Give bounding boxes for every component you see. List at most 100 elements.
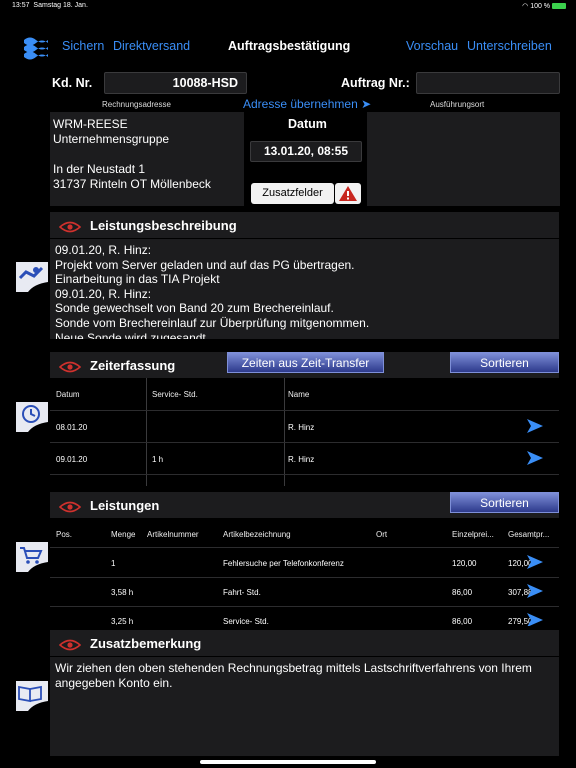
remark-textarea[interactable]: Wir ziehen den oben stehenden Rechnungsb… (50, 657, 559, 756)
cell-menge: 1 (111, 559, 116, 568)
cell-name: R. Hinz (288, 455, 315, 464)
cell-einzelpreis: 86,00 (452, 588, 473, 597)
app-logo-icon[interactable] (22, 34, 50, 65)
description-line: Einarbeitung in das TIA Projekt (55, 272, 220, 287)
cell-std: 1 h (152, 455, 164, 464)
sign-button[interactable]: Unterschreiben (467, 39, 552, 53)
wifi-icon: ◠ (522, 3, 529, 10)
cell-menge: 3,58 h (111, 588, 134, 597)
row-arrow-icon[interactable] (526, 583, 544, 599)
cell-bezeichnung: Fehlersuche per Telefonkonferenz (223, 559, 344, 568)
copy-address-button[interactable]: Adresse übernehmen ➤ (243, 97, 371, 111)
description-line: Projekt vom Server geladen und auf das P… (55, 257, 355, 272)
column-header: Pos. (56, 530, 73, 539)
execution-place-box[interactable] (367, 112, 560, 206)
status-time: 13:57 (12, 2, 30, 9)
kd-nr-value: 10088-HSD (172, 76, 238, 90)
row-arrow-icon[interactable] (526, 450, 544, 466)
cell-menge: 3,25 h (111, 617, 134, 626)
datum-field[interactable]: 13.01.20, 08:55 (250, 141, 362, 162)
eye-icon[interactable] (58, 500, 82, 518)
description-textarea[interactable]: 09.01.20, R. Hinz: Projekt vom Server ge… (50, 239, 559, 339)
eye-icon[interactable] (58, 638, 82, 656)
row-arrow-icon[interactable] (526, 612, 544, 626)
table-row[interactable]: 3,25 h Service- Std. 86,00 279,50 (50, 607, 559, 626)
column-header: Gesamtpr... (508, 530, 550, 539)
column-header: Einzelprei... (452, 530, 494, 539)
billing-address-text: WRM-REESE Unternehmensgruppe In der Neus… (53, 117, 211, 192)
column-header: Ort (376, 530, 388, 539)
services-side-icon[interactable] (14, 538, 50, 574)
copy-address-label: Adresse übernehmen (243, 97, 358, 111)
table-row[interactable]: 09.01.20 1 h R. Hinz (50, 443, 559, 474)
address-line: WRM-REESE (53, 117, 128, 131)
table-row[interactable]: 1 Fehlersuche per Telefonkonferenz 120,0… (50, 548, 559, 577)
kd-nr-field[interactable]: 10088-HSD (104, 72, 247, 94)
row-divider (50, 474, 559, 475)
execution-place-label: Ausführungsort (430, 100, 485, 109)
row-arrow-icon[interactable] (526, 418, 544, 434)
cell-name: R. Hinz (288, 423, 315, 432)
table-row[interactable]: 08.01.20 R. Hinz (50, 411, 559, 442)
column-header: Artikelnummer (147, 530, 199, 539)
section-title: Zeiterfassung (90, 358, 176, 373)
address-line: Unternehmensgruppe (53, 132, 170, 146)
status-bar: 13:57 Samstag 18. Jan. ◠ 100 % (0, 0, 576, 12)
column-header: Name (288, 390, 310, 399)
column-header: Datum (56, 390, 80, 399)
address-line: 31737 Rinteln OT Möllenbeck (53, 177, 211, 191)
section-title: Leistungen (90, 498, 160, 513)
description-line: Sonde vom Brechereinlauf zur Überprüfung… (55, 315, 370, 330)
cell-datum: 08.01.20 (56, 423, 88, 432)
nav-bar: Sichern Direktversand Auftragsbestätigun… (0, 30, 576, 64)
warning-icon (339, 186, 357, 201)
eye-icon[interactable] (58, 220, 82, 238)
remark-side-icon[interactable] (14, 677, 50, 713)
address-line: In der Neustadt 1 (53, 162, 146, 176)
description-line: Neue Sonde wird zugesandt. (55, 330, 210, 339)
description-line: 09.01.20, R. Hinz: (55, 286, 152, 301)
table-row[interactable]: 3,58 h Fahrt- Std. 86,00 307,88 (50, 578, 559, 607)
cell-datum: 09.01.20 (56, 455, 88, 464)
preview-button[interactable]: Vorschau (406, 39, 458, 53)
column-header: Artikelbezeichnung (223, 530, 291, 539)
datum-box: Datum 13.01.20, 08:55 Zusatzfelder (246, 112, 366, 206)
kd-nr-label: Kd. Nr. (52, 76, 93, 90)
section-title: Leistungsbeschreibung (90, 218, 237, 233)
extra-fields-button[interactable]: Zusatzfelder (251, 183, 334, 204)
battery-icon (552, 3, 566, 10)
column-header: Menge (111, 530, 136, 539)
cell-einzelpreis: 86,00 (452, 617, 473, 626)
arrow-right-icon: ➤ (361, 97, 372, 111)
battery-percent: 100 % (530, 3, 551, 10)
description-side-icon[interactable] (14, 258, 50, 294)
section-header-zusatzbemerkung[interactable]: Zusatzbemerkung (50, 630, 559, 656)
cell-bezeichnung: Service- Std. (223, 617, 269, 626)
services-table: Pos. Menge Artikelnummer Artikelbezeichn… (50, 518, 559, 626)
billing-address-box[interactable]: WRM-REESE Unternehmensgruppe In der Neus… (50, 112, 244, 206)
billing-address-label: Rechnungsadresse (102, 100, 171, 109)
home-indicator (200, 760, 376, 764)
description-line: Sonde gewechselt von Band 20 zum Brecher… (55, 301, 334, 316)
description-line: 09.01.20, R. Hinz: (55, 243, 152, 257)
column-header: Service- Std. (152, 390, 198, 399)
time-table: Datum Service- Std. Name 08.01.20 R. Hin… (50, 378, 559, 486)
auftrag-nr-label: Auftrag Nr.: (341, 76, 410, 90)
cell-einzelpreis: 120,00 (452, 559, 477, 568)
direct-send-button[interactable]: Direktversand (113, 39, 190, 53)
section-header-leistungsbeschreibung[interactable]: Leistungsbeschreibung (50, 212, 559, 238)
sort-services-button[interactable]: Sortieren (450, 492, 559, 513)
address-line (53, 147, 211, 162)
time-transfer-button[interactable]: Zeiten aus Zeit-Transfer (227, 352, 384, 373)
section-title: Zusatzbemerkung (90, 636, 202, 651)
row-arrow-icon[interactable] (526, 554, 544, 570)
auftrag-nr-field[interactable] (416, 72, 560, 94)
cell-bezeichnung: Fahrt- Std. (223, 588, 261, 597)
sort-time-button[interactable]: Sortieren (450, 352, 559, 373)
eye-icon[interactable] (58, 360, 82, 378)
datum-label: Datum (288, 117, 327, 131)
status-date: Samstag 18. Jan. (33, 2, 88, 9)
warning-button[interactable] (335, 183, 361, 204)
time-side-icon[interactable] (14, 398, 50, 434)
save-button[interactable]: Sichern (62, 39, 104, 53)
